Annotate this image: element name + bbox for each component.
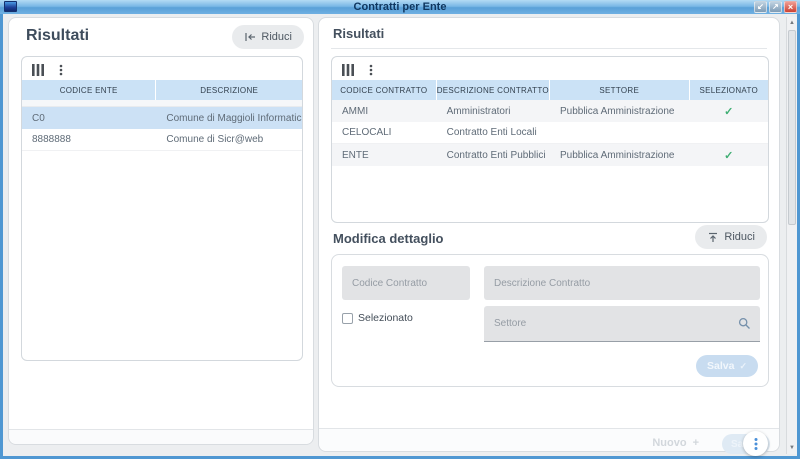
close-icon: × (788, 2, 793, 12)
entities-table: CODICE ENTE DESCRIZIONE C0 Comune di Mag… (21, 56, 303, 361)
collapse-detail-label: Riduci (724, 231, 755, 243)
filter-row (22, 100, 302, 107)
search-icon (738, 317, 751, 330)
window-content: Risultati Riduci CODICE ENTE (3, 14, 797, 456)
scrollbar-thumb[interactable] (788, 30, 796, 225)
close-window-button[interactable]: × (784, 1, 797, 13)
scroll-up-arrow[interactable]: ▲ (787, 17, 797, 29)
vertical-scrollbar[interactable]: ▲ ▼ (786, 17, 797, 454)
more-options-icon[interactable] (369, 64, 373, 76)
titlebar[interactable]: Contratti per Ente ↙ ↗ × (0, 0, 800, 14)
contracts-table-toolbar (332, 57, 768, 80)
restore-window-button[interactable]: ↙ (754, 1, 767, 13)
right-footer-bar: Nuovo + Salva (319, 429, 779, 451)
collapse-detail-button[interactable]: Riduci (695, 225, 767, 249)
settore-lookup-field[interactable] (484, 306, 760, 342)
cell-settore: Pubblica Amministrazione (550, 106, 690, 117)
codice-contratto-field (342, 266, 470, 300)
right-panel-title: Risultati (333, 26, 384, 41)
table-row-contract-2[interactable]: ENTE Contratto Enti Pubblici Pubblica Am… (332, 144, 768, 166)
check-icon: ✓ (724, 149, 733, 162)
cell-descrizione-contratto: Amministratori (437, 106, 550, 117)
app-window: Contratti per Ente ↙ ↗ × Risultati Riduc… (0, 0, 800, 459)
contracts-table-header: CODICE CONTRATTO DESCRIZIONE CONTRATTO S… (332, 80, 768, 100)
contracts-table: CODICE CONTRATTO DESCRIZIONE CONTRATTO S… (331, 56, 769, 223)
cell-selezionato: ✓ (690, 126, 768, 139)
collapse-left-label: Riduci (261, 31, 292, 43)
save-button: Salva ✓ (696, 355, 758, 377)
left-footer-strip (9, 430, 313, 444)
cell-descrizione-contratto: Contratto Enti Locali (437, 127, 550, 138)
column-header-codice-ente[interactable]: CODICE ENTE (22, 80, 156, 100)
kebab-menu-icon (754, 437, 758, 451)
column-header-codice-contratto[interactable]: CODICE CONTRATTO (332, 80, 437, 100)
column-header-descrizione-contratto[interactable]: DESCRIZIONE CONTRATTO (437, 80, 550, 100)
restore-icon: ↙ (757, 2, 764, 12)
save-check-icon: ✓ (739, 361, 747, 372)
plus-icon: + (693, 437, 699, 449)
checkbox-box[interactable] (342, 313, 353, 324)
right-title-divider (331, 48, 767, 49)
column-header-selezionato[interactable]: SELEZIONATO (690, 80, 768, 100)
more-options-icon[interactable] (59, 64, 63, 76)
cell-codice-contratto: CELOCALI (332, 127, 437, 138)
detail-section-title: Modifica dettaglio (333, 231, 444, 246)
collapse-left-icon (244, 32, 256, 42)
check-icon: ✓ (724, 105, 733, 118)
nuovo-label: Nuovo (652, 437, 686, 449)
save-label: Salva (707, 360, 734, 372)
collapse-up-icon (707, 232, 719, 242)
cell-codice-contratto: AMMI (332, 106, 437, 117)
table-row-entity-0[interactable]: C0 Comune di Maggioli Informatica (22, 107, 302, 129)
table-row-entity-1[interactable]: 8888888 Comune di Sicr@web (22, 129, 302, 151)
cell-selezionato: ✓ (690, 105, 768, 118)
entities-panel: Risultati Riduci CODICE ENTE (8, 17, 314, 445)
maximize-window-button[interactable]: ↗ (769, 1, 782, 13)
cell-descrizione: Comune di Sicr@web (156, 134, 302, 145)
column-header-descrizione[interactable]: DESCRIZIONE (156, 80, 302, 100)
cell-codice-ente: 8888888 (22, 134, 156, 145)
columns-icon[interactable] (32, 64, 44, 76)
cell-descrizione-contratto: Contratto Enti Pubblici (437, 150, 550, 161)
table-row-contract-1[interactable]: CELOCALI Contratto Enti Locali ✓ (332, 122, 768, 144)
settore-search-button[interactable] (738, 317, 760, 330)
columns-icon[interactable] (342, 64, 354, 76)
selezionato-checkbox[interactable]: Selezionato (342, 312, 413, 324)
scroll-down-arrow[interactable]: ▼ (787, 442, 797, 454)
detail-form: Selezionato Salva ✓ (331, 254, 769, 387)
cell-codice-contratto: ENTE (332, 150, 437, 161)
column-header-settore[interactable]: SETTORE (550, 80, 690, 100)
window-title: Contratti per Ente (0, 0, 800, 14)
entities-table-toolbar (22, 57, 302, 80)
cell-selezionato: ✓ (690, 149, 768, 162)
contracts-panel: Risultati CODICE CONTRATTO DESCRIZIONE C… (318, 17, 780, 452)
maximize-icon: ↗ (772, 2, 779, 12)
window-controls: ↙ ↗ × (754, 1, 797, 13)
descrizione-contratto-field (484, 266, 760, 300)
cell-settore: Pubblica Amministrazione (550, 150, 690, 161)
cell-codice-ente: C0 (22, 113, 156, 124)
nuovo-button-disabled: Nuovo + (652, 437, 699, 449)
cell-descrizione: Comune di Maggioli Informatica (156, 113, 302, 124)
collapse-left-panel-button[interactable]: Riduci (232, 25, 304, 49)
entities-table-header: CODICE ENTE DESCRIZIONE (22, 80, 302, 100)
footer-menu-button[interactable] (743, 431, 768, 456)
settore-input (484, 318, 738, 329)
left-panel-title: Risultati (26, 27, 89, 45)
table-row-contract-0[interactable]: AMMI Amministratori Pubblica Amministraz… (332, 100, 768, 122)
checkbox-label: Selezionato (358, 312, 413, 324)
